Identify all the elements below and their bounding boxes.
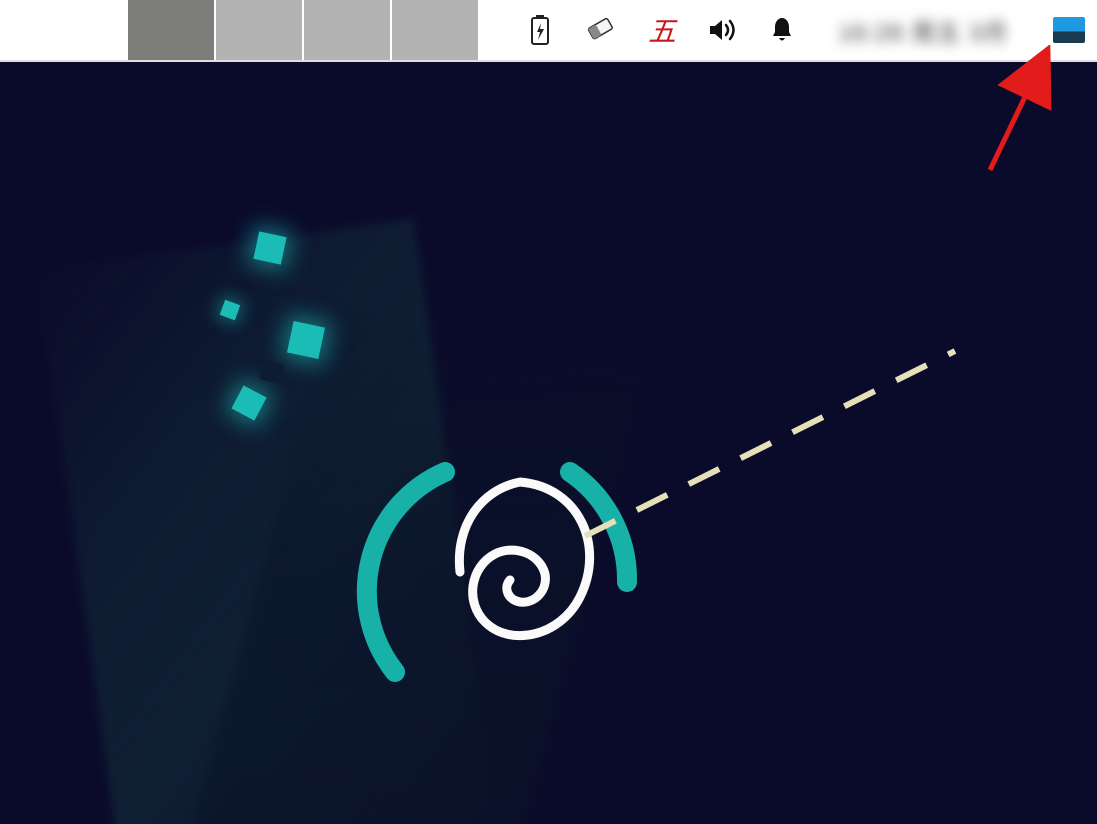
clock-text: 16:28 周五 3月 (826, 13, 1021, 48)
panel-clock[interactable]: 16:28 周五 3月 (826, 13, 1021, 48)
top-panel: 五 16:28 周五 3月 (0, 0, 1097, 62)
system-tray: 五 16:28 周五 3月 (528, 0, 1097, 60)
show-desktop-button[interactable] (1053, 17, 1085, 43)
debian-swirl-icon (430, 472, 600, 687)
volume-icon[interactable] (708, 17, 738, 43)
desktop-wallpaper[interactable] (0, 62, 1097, 824)
workspace-1[interactable] (128, 0, 214, 60)
battery-icon[interactable] (528, 15, 552, 45)
ime-indicator[interactable]: 五 (648, 10, 676, 50)
eraser-icon[interactable] (584, 15, 616, 45)
workspace-3[interactable] (304, 0, 390, 60)
workspace-2[interactable] (216, 0, 302, 60)
show-desktop-icon (1053, 17, 1085, 43)
ime-label: 五 (648, 10, 676, 50)
workspace-4[interactable] (392, 0, 478, 60)
notifications-icon[interactable] (770, 16, 794, 44)
workspace-switcher (128, 0, 480, 60)
